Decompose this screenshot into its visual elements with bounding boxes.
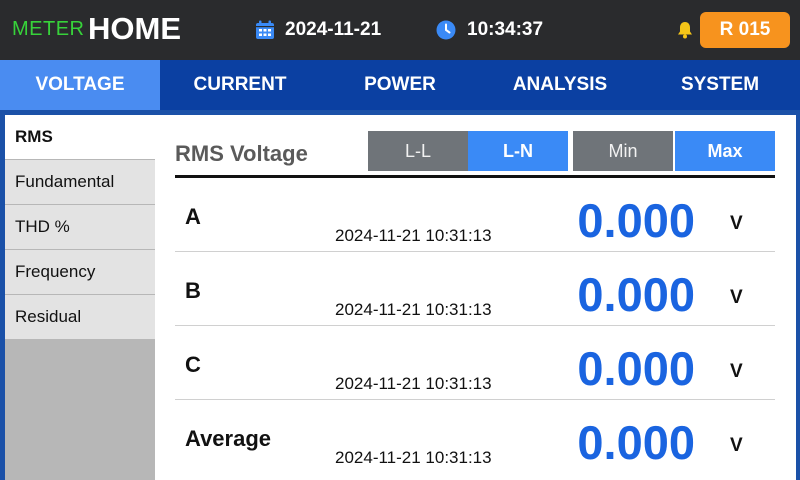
calendar-icon [255, 20, 275, 40]
reading-label: Average [185, 426, 272, 451]
brand-home-label: HOME [88, 11, 181, 46]
reading-label: B [185, 278, 201, 303]
reading-unit: V [730, 213, 743, 234]
current-date: 2024-11-21 [285, 19, 382, 40]
reading-value: 0.000 [577, 342, 695, 395]
segment-l-n-button[interactable]: L-N [468, 131, 568, 171]
sidebar: RMS Fundamental THD % Frequency Residual [5, 115, 155, 480]
record-badge[interactable]: R 015 [700, 12, 790, 48]
time-display: 10:34:37 [436, 18, 543, 42]
page-title: RMS Voltage [175, 141, 308, 166]
reading-timestamp: 2024-11-21 10:31:13 [335, 448, 492, 467]
bell-icon[interactable] [675, 20, 695, 45]
current-time: 10:34:37 [467, 19, 544, 40]
tab-current[interactable]: CURRENT [160, 60, 320, 110]
reading-value: 0.000 [577, 194, 695, 247]
reading-timestamp: 2024-11-21 10:31:13 [335, 374, 492, 393]
segment-min-button[interactable]: Min [573, 131, 673, 171]
tab-system[interactable]: SYSTEM [640, 60, 800, 110]
reading-label: A [185, 204, 201, 229]
main-tab-bar: VOLTAGE CURRENT POWER ANALYSIS SYSTEM [0, 60, 800, 110]
sidebar-item-fundamental[interactable]: Fundamental [5, 160, 155, 204]
reading-timestamp: 2024-11-21 10:31:13 [335, 300, 492, 319]
reading-value: 0.000 [577, 268, 695, 321]
sidebar-item-residual[interactable]: Residual [5, 295, 155, 339]
sidebar-item-frequency[interactable]: Frequency [5, 250, 155, 294]
reading-unit: V [730, 435, 743, 456]
reading-row-average: Average 2024-11-21 10:31:13 0.000 V [175, 400, 775, 474]
reading-row-b: B 2024-11-21 10:31:13 0.000 V [175, 252, 775, 326]
tab-analysis[interactable]: ANALYSIS [480, 60, 640, 110]
clock-icon [436, 20, 456, 40]
reading-value: 0.000 [577, 416, 695, 469]
tab-power[interactable]: POWER [320, 60, 480, 110]
sidebar-item-thd[interactable]: THD % [5, 205, 155, 249]
segment-max-button[interactable]: Max [675, 131, 775, 171]
reading-unit: V [730, 361, 743, 382]
brand-meter-label: METER [12, 18, 85, 40]
tab-voltage[interactable]: VOLTAGE [0, 60, 160, 110]
date-display: 2024-11-21 [255, 18, 381, 42]
reading-label: C [185, 352, 201, 377]
top-header: METER HOME 2024-11-21 10:34:37 R 015 [0, 0, 800, 60]
segment-l-l-button[interactable]: L-L [368, 131, 468, 171]
reading-row-c: C 2024-11-21 10:31:13 0.000 V [175, 326, 775, 400]
sidebar-item-rms[interactable]: RMS [5, 115, 155, 159]
reading-row-a: A 2024-11-21 10:31:13 0.000 V [175, 178, 775, 252]
reading-timestamp: 2024-11-21 10:31:13 [335, 226, 492, 245]
reading-unit: V [730, 287, 743, 308]
